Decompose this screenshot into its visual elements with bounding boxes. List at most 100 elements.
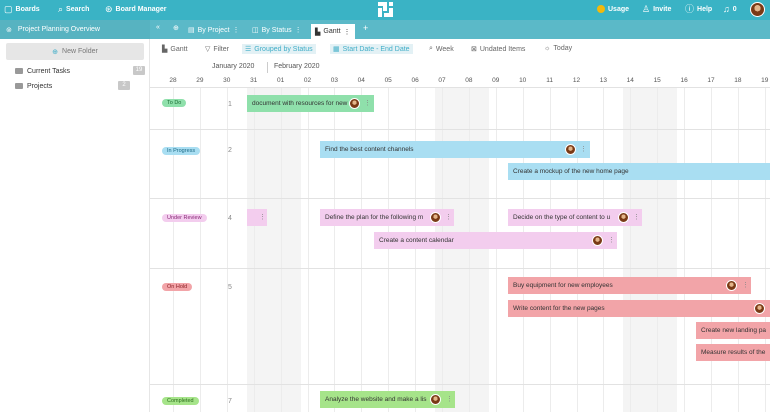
board-manager-button[interactable]: ⊛ Board Manager <box>105 5 167 14</box>
app-logo[interactable] <box>378 2 393 17</box>
task-menu-icon[interactable]: ⋮ <box>445 209 452 226</box>
group-count: 7 <box>228 398 232 405</box>
day-label: 16 <box>680 77 688 84</box>
group-count: 4 <box>228 215 232 222</box>
task-title: Buy equipment for new employees <box>513 282 613 289</box>
grid-line <box>711 88 712 412</box>
folder-label: Current Tasks <box>27 67 71 75</box>
help-button[interactable]: ⓘ Help <box>685 5 712 14</box>
task-title: document with resources for new <box>252 100 348 107</box>
user-avatar[interactable] <box>750 2 765 17</box>
tab-menu-icon[interactable]: ⋮ <box>344 28 351 36</box>
task-title: Write content for the new pages <box>513 305 605 312</box>
invite-button[interactable]: ♙ Invite <box>642 5 671 14</box>
tab-menu-icon[interactable]: ⋮ <box>233 26 240 34</box>
assignee-avatar <box>618 212 629 223</box>
boards-button[interactable]: ▢ Boards <box>4 5 40 14</box>
lane-divider <box>150 198 770 199</box>
day-label: 19 <box>761 77 769 84</box>
task-bar[interactable]: Measure results of the <box>696 344 770 361</box>
collapse-sidebar-icon[interactable]: « <box>156 24 160 31</box>
tab-menu-icon[interactable]: ⋮ <box>295 26 302 34</box>
undated-items-button[interactable]: ⊠ Undated Items <box>471 45 526 54</box>
filter-button[interactable]: ▽ Filter <box>205 45 229 54</box>
task-bar[interactable]: document with resources for new ⋮ <box>247 95 374 112</box>
top-navigation-bar: ▢ Boards ⌕ Search ⊛ Board Manager Usage … <box>0 0 770 20</box>
gantt-view-button[interactable]: ▙ Gantt <box>162 45 188 54</box>
grid-line <box>603 88 605 412</box>
task-title: Measure results of the <box>701 349 766 356</box>
lane-divider <box>150 129 770 130</box>
status-badge: Completed <box>162 397 199 405</box>
sidebar-item-projects[interactable]: Projects 2 <box>15 80 145 92</box>
task-menu-icon[interactable]: ⋮ <box>259 209 266 226</box>
grid-line <box>388 88 390 412</box>
task-bar[interactable]: Create new landing pa <box>696 322 770 339</box>
month-header: January 2020 February 2020 <box>150 62 770 73</box>
task-menu-icon[interactable]: ⋮ <box>364 95 371 112</box>
task-bar[interactable]: ⋮ <box>247 209 267 226</box>
undated-label: Undated Items <box>479 45 526 53</box>
new-folder-button[interactable]: ⊕ New Folder <box>6 43 144 60</box>
today-button[interactable]: ☼ Today <box>544 45 572 52</box>
search-button[interactable]: ⌕ Search <box>58 5 89 14</box>
task-bar[interactable]: Create a content calendar ⋮ <box>374 232 617 249</box>
day-label: 31 <box>250 77 258 84</box>
user-icon: ♙ <box>642 4 651 14</box>
board-manager-label: Board Manager <box>115 6 167 13</box>
grid-line <box>468 88 470 412</box>
day-label: 15 <box>653 77 661 84</box>
add-tab-button[interactable]: + <box>363 23 368 33</box>
task-menu-icon[interactable]: ⋮ <box>633 209 640 226</box>
task-title: Find the best content channels <box>325 146 414 153</box>
folder-label: Projects <box>27 82 53 90</box>
day-label: 12 <box>572 77 581 84</box>
usage-button[interactable]: Usage <box>597 5 629 13</box>
grid-line <box>576 88 578 412</box>
folder-icon <box>15 68 23 74</box>
task-bar[interactable]: Write content for the new pages <box>508 300 770 317</box>
day-label: 17 <box>707 77 715 84</box>
task-menu-icon[interactable]: ⋮ <box>742 277 749 294</box>
gantt-icon: ▙ <box>315 28 321 36</box>
grid-line <box>361 88 363 412</box>
date-range-button[interactable]: ▦ Start Date - End Date <box>330 44 413 54</box>
grid-line <box>173 88 174 412</box>
assignee-avatar <box>349 98 360 109</box>
gantt-label: Gantt <box>170 45 188 53</box>
grid-line <box>415 88 417 412</box>
status-badge: On Hold <box>162 283 193 291</box>
grid-line <box>764 88 766 412</box>
usage-label: Usage <box>608 5 630 13</box>
task-bar[interactable]: Define the plan for the following m ⋮ <box>320 209 454 226</box>
task-bar[interactable]: Decide on the type of content to u ⋮ <box>508 209 642 226</box>
grid-line <box>199 88 201 412</box>
task-title: Create a content calendar <box>379 237 454 244</box>
notifications-button[interactable]: ♫ 0 <box>723 5 737 14</box>
sun-icon: ☼ <box>544 45 551 52</box>
tab-gantt[interactable]: ▙ Gantt ⋮ <box>311 24 355 39</box>
task-bar[interactable]: Create a mockup of the new home page <box>508 163 770 180</box>
task-menu-icon[interactable]: ⋮ <box>580 141 587 158</box>
add-view-icon[interactable]: ⊕ <box>173 24 179 32</box>
today-label: Today <box>553 45 573 52</box>
date-range-label: Start Date - End Date <box>342 45 410 53</box>
task-bar[interactable]: Buy equipment for new employees ⋮ <box>508 277 751 294</box>
settings-icon[interactable]: ⊚ <box>6 26 12 34</box>
task-bar[interactable]: Find the best content channels ⋮ <box>320 141 590 158</box>
grid-line <box>630 88 632 412</box>
zoom-icon: ⌕ <box>429 45 433 52</box>
day-label: 30 <box>223 77 231 84</box>
tab-by-status[interactable]: ◫ By Status ⋮ <box>248 23 306 37</box>
tab-by-project[interactable]: ▤ By Project ⋮ <box>184 23 244 37</box>
task-menu-icon[interactable]: ⋮ <box>608 232 615 249</box>
boards-label: Boards <box>15 6 40 13</box>
group-by-button[interactable]: ☰ Grouped by Status <box>242 44 316 54</box>
sidebar-item-current-tasks[interactable]: Current Tasks 19 <box>15 65 145 77</box>
search-label: Search <box>66 6 90 13</box>
assignee-avatar <box>754 303 765 314</box>
task-menu-icon[interactable]: ⋮ <box>446 391 453 408</box>
folder-icon <box>15 83 23 89</box>
task-bar[interactable]: Analyze the website and make a lis ⋮ <box>320 391 455 408</box>
week-button[interactable]: ⌕ Week <box>429 45 454 53</box>
